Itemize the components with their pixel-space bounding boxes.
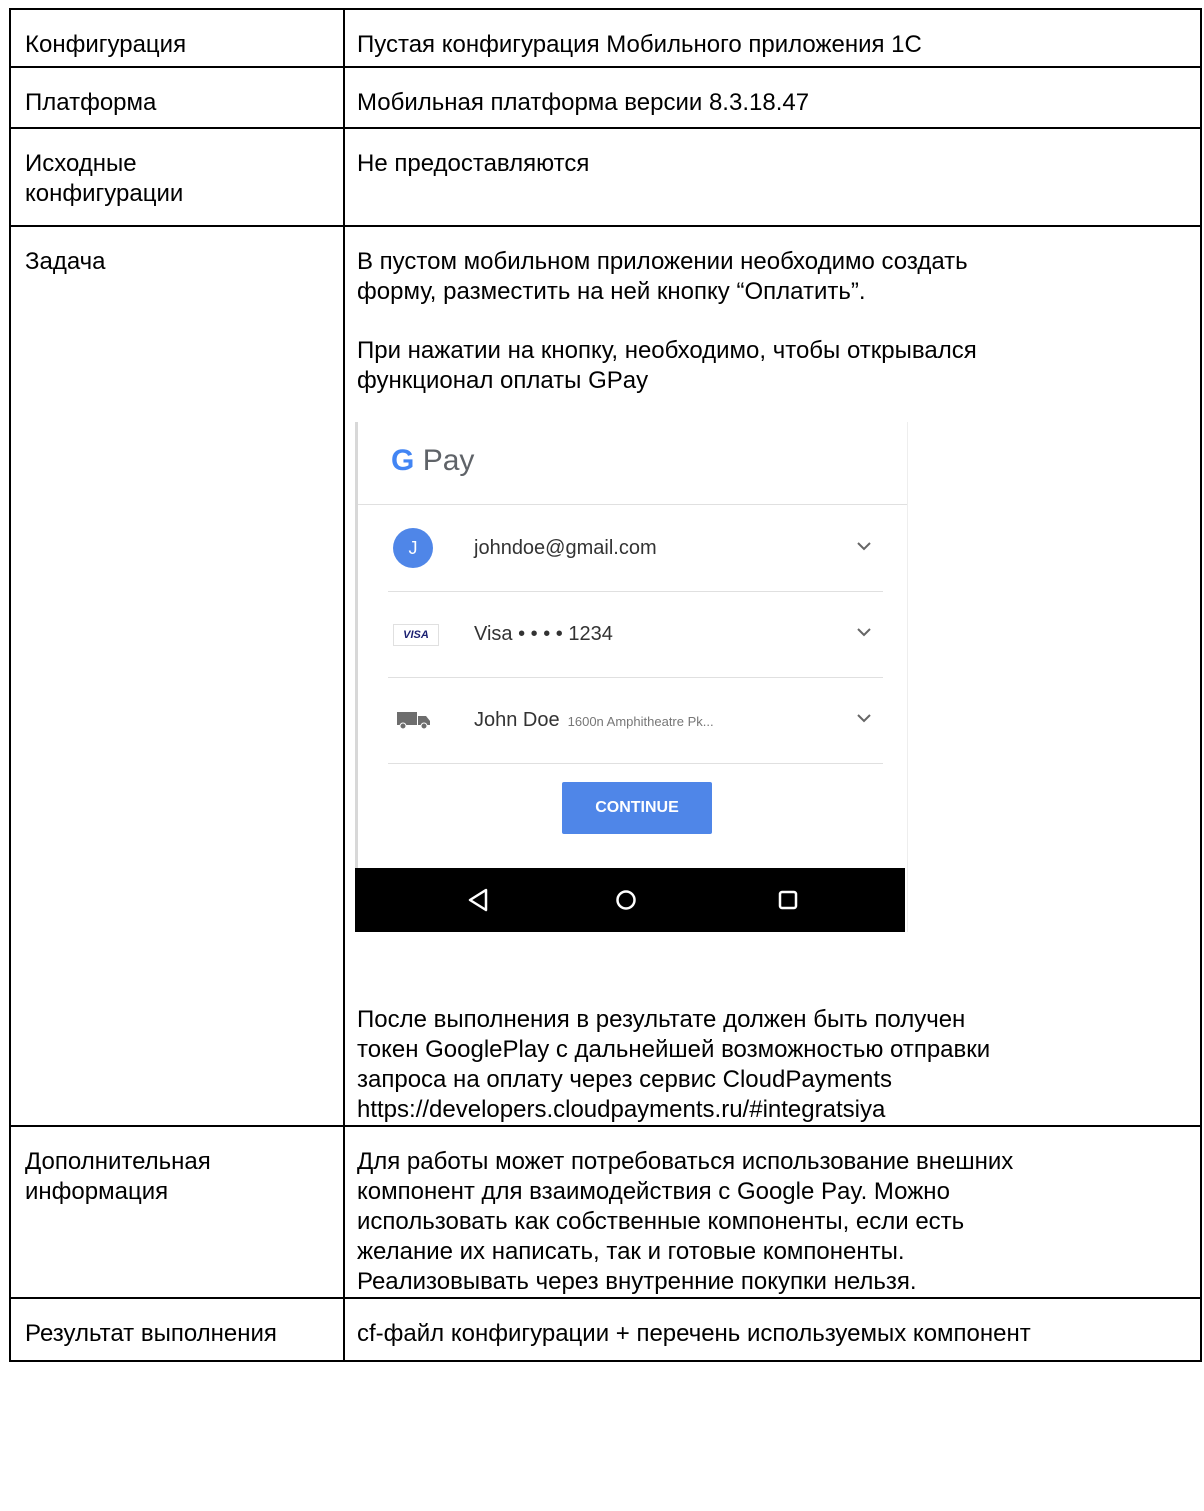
- gpay-address-row[interactable]: John Doe 1600n Amphitheatre Pk...: [388, 677, 883, 764]
- gpay-screenshot: G Pay J johndoe@gmail.com VISA Visa • • …: [355, 422, 908, 932]
- recents-square-icon[interactable]: [777, 889, 799, 911]
- platform-value: Мобильная платформа версии 8.3.18.47: [357, 89, 810, 116]
- shipping-name: John Doe: [474, 709, 560, 731]
- address-text: John Doe 1600n Amphitheatre Pk...: [474, 705, 714, 737]
- row-value: В пустом мобильном приложении необходимо…: [343, 225, 1202, 1127]
- task-spec-table: Конфигурация Пустая конфигурация Мобильн…: [9, 8, 1202, 1362]
- chevron-down-icon: [857, 714, 871, 723]
- extra-info-value: Для работы может потребоваться использов…: [357, 1148, 1014, 1295]
- row-value: cf-файл конфигурации + перечень использу…: [343, 1297, 1202, 1362]
- home-circle-icon[interactable]: [615, 889, 637, 911]
- row-label: Задача: [9, 225, 345, 1127]
- task-label: Задача: [25, 248, 106, 275]
- result-value: cf-файл конфигурации + перечень использу…: [357, 1320, 1031, 1347]
- gpay-logo: G Pay: [391, 444, 474, 478]
- account-email: johndoe@gmail.com: [474, 537, 657, 559]
- chevron-down-icon: [857, 628, 871, 637]
- table-row: Задача В пустом мобильном приложении нео…: [9, 225, 1202, 1127]
- row-value: Мобильная платформа версии 8.3.18.47: [343, 66, 1202, 129]
- row-value: Не предоставляются: [343, 127, 1202, 227]
- source-config-label: Исходные конфигурации: [25, 150, 184, 207]
- extra-info-label: Дополнительная информация: [25, 1148, 211, 1205]
- table-row: Дополнительная информация Для работы мож…: [9, 1125, 1202, 1299]
- avatar: J: [393, 528, 433, 568]
- table-row: Платформа Мобильная платформа версии 8.3…: [9, 66, 1202, 129]
- row-label: Результат выполнения: [9, 1297, 345, 1362]
- table-row: Исходные конфигурации Не предоставляются: [9, 127, 1202, 227]
- row-value: Для работы может потребоваться использов…: [343, 1125, 1202, 1299]
- row-label: Исходные конфигурации: [9, 127, 345, 227]
- truck-icon: [397, 712, 430, 730]
- config-label: Конфигурация: [25, 31, 187, 58]
- table-row: Конфигурация Пустая конфигурация Мобильн…: [9, 8, 1202, 68]
- task-paragraph: В пустом мобильном приложении необходимо…: [357, 248, 968, 305]
- row-label: Конфигурация: [9, 8, 345, 68]
- shipping-address: 1600n Amphitheatre Pk...: [567, 714, 714, 729]
- row-label: Дополнительная информация: [9, 1125, 345, 1299]
- card-text: Visa • • • • 1234: [474, 623, 613, 645]
- visa-icon: VISA: [393, 624, 439, 646]
- result-label: Результат выполнения: [25, 1320, 277, 1347]
- config-value: Пустая конфигурация Мобильного приложени…: [357, 31, 922, 58]
- row-value: Пустая конфигурация Мобильного приложени…: [343, 8, 1202, 68]
- android-nav-bar: [355, 868, 905, 932]
- chevron-down-icon: [857, 542, 871, 551]
- gpay-account-row[interactable]: J johndoe@gmail.com: [388, 505, 883, 592]
- gpay-card-row[interactable]: VISA Visa • • • • 1234: [388, 591, 883, 678]
- row-label: Платформа: [9, 66, 345, 129]
- platform-label: Платформа: [25, 89, 157, 116]
- gpay-header: G Pay: [358, 422, 907, 505]
- task-paragraph: При нажатии на кнопку, необходимо, чтобы…: [357, 337, 977, 394]
- gpay-logo-text: Pay: [422, 444, 475, 477]
- table-row: Результат выполнения cf-файл конфигураци…: [9, 1297, 1202, 1362]
- continue-button[interactable]: CONTINUE: [562, 782, 712, 834]
- back-triangle-icon[interactable]: [467, 888, 489, 912]
- source-config-value: Не предоставляются: [357, 150, 590, 177]
- google-g-logo: G: [391, 444, 415, 477]
- task-after-text: После выполнения в результате должен быт…: [357, 1006, 991, 1123]
